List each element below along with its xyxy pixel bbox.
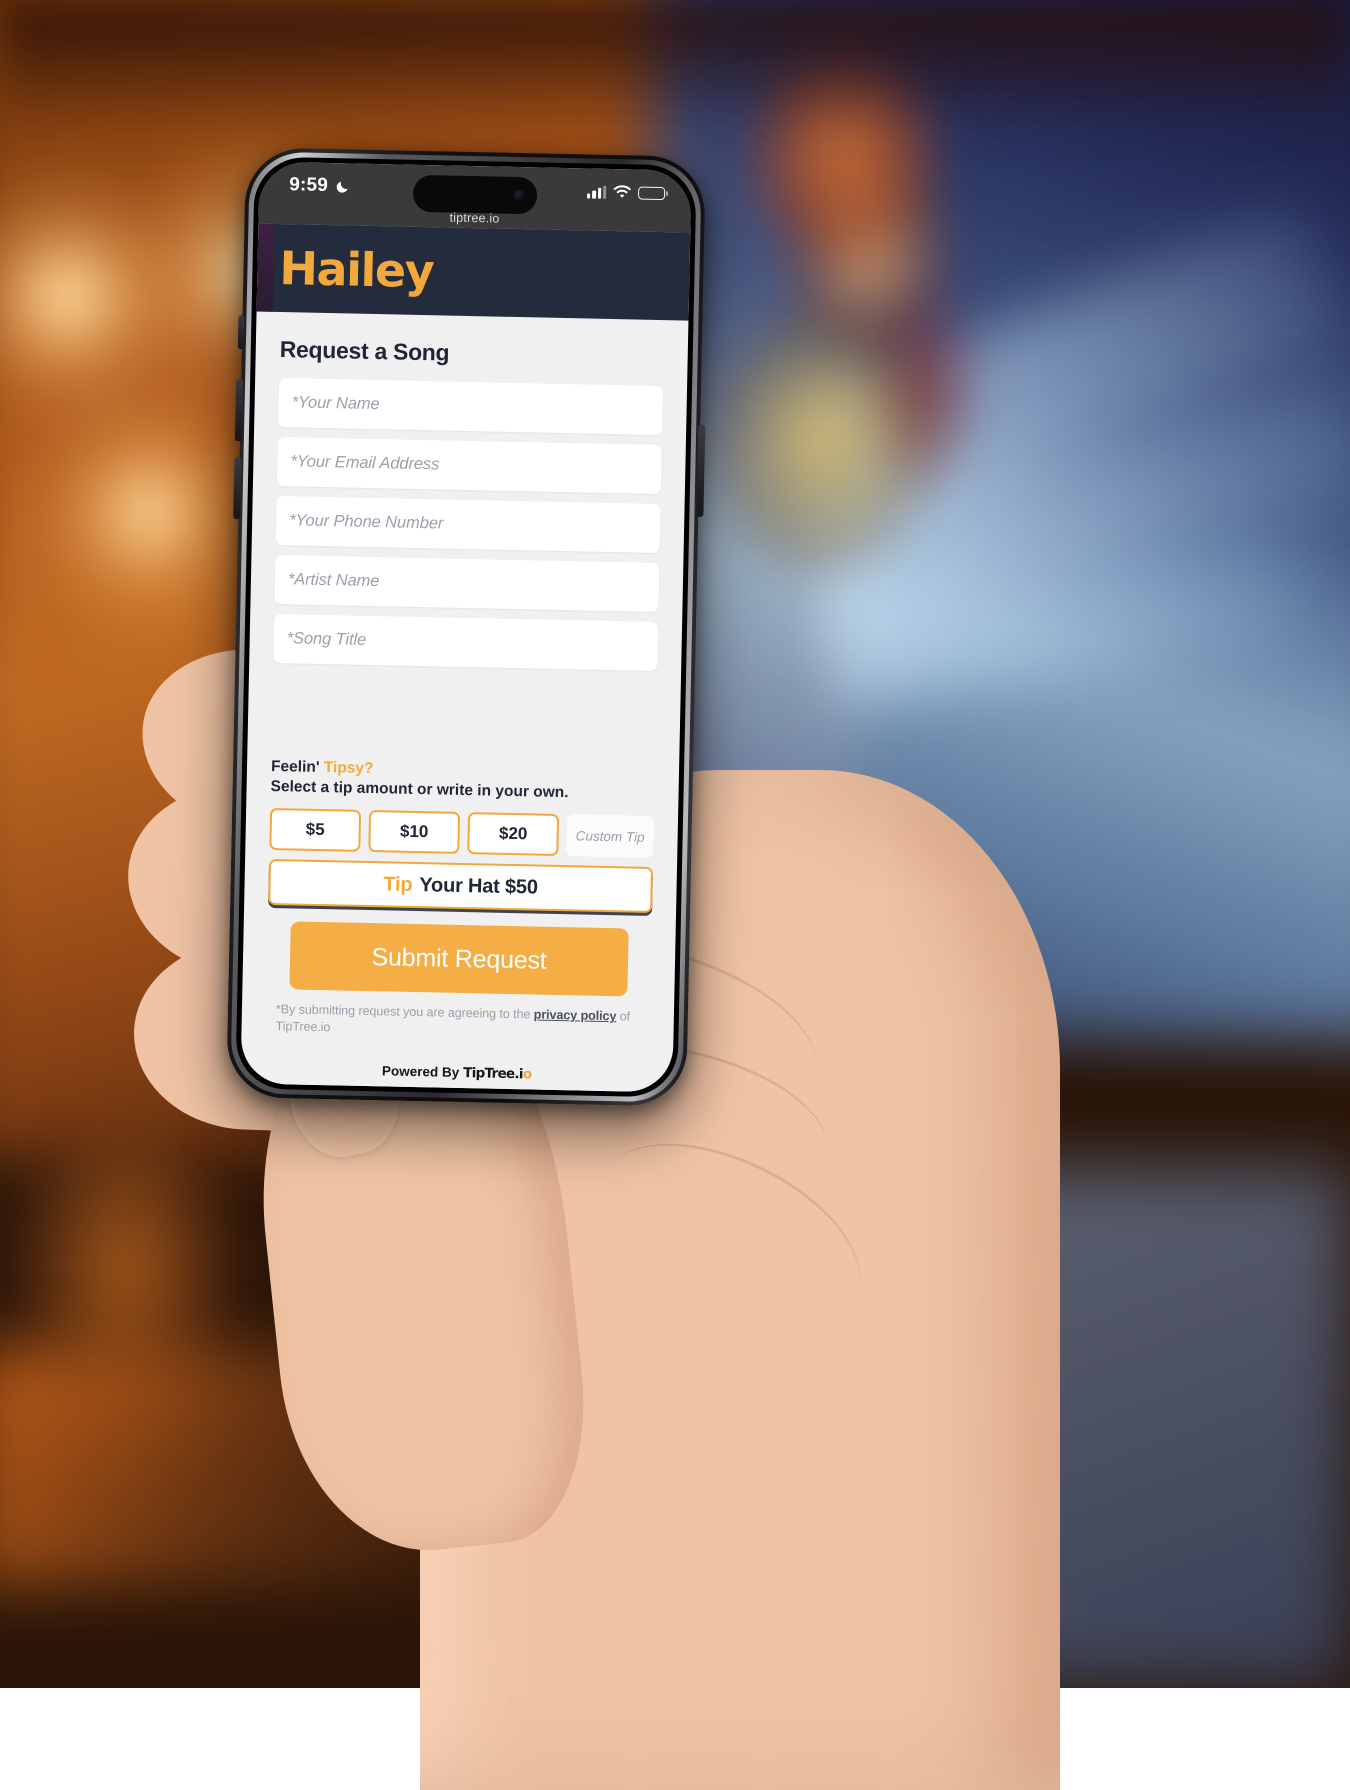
brand-header: Hailey	[256, 223, 691, 321]
status-bar-left: 9:59	[289, 174, 351, 197]
tiptree-wordmark: TipTree.io	[463, 1065, 532, 1082]
powered-by-label: Powered By	[381, 1063, 460, 1081]
phone-device: 9:59 tiptree.io Hailey Request a Song *Y…	[226, 147, 706, 1107]
volume-up-button[interactable]	[234, 379, 244, 442]
tip-amount-5-button[interactable]: $5	[269, 808, 362, 853]
mute-switch[interactable]	[237, 315, 245, 350]
page-title: Request a Song	[279, 336, 450, 366]
tip-heading-plain: Feelin'	[270, 757, 320, 776]
phone-screen: 9:59 tiptree.io Hailey Request a Song *Y…	[240, 161, 692, 1093]
status-bar-right	[587, 180, 666, 200]
email-field-placeholder: *Your Email Address	[290, 452, 440, 474]
request-song-card: Request a Song *Your Name *Your Email Ad…	[244, 311, 685, 1093]
tip-amount-10-button[interactable]: $10	[368, 810, 461, 855]
tip-your-hat-button[interactable]: Tip Your Hat $50	[268, 859, 654, 914]
artist-name-field[interactable]: *Artist Name	[274, 554, 660, 613]
email-field[interactable]: *Your Email Address	[276, 437, 662, 495]
cellular-signal-icon	[587, 185, 607, 199]
crescent-moon-icon	[336, 181, 348, 193]
phone-field[interactable]: *Your Phone Number	[275, 496, 661, 554]
background-ceiling	[0, 0, 1350, 130]
tip-your-hat-label: Your Hat $50	[419, 873, 538, 899]
song-title-field[interactable]: *Song Title	[273, 613, 659, 672]
tip-amount-row: $5 $10 $20 Custom Tip	[269, 808, 655, 859]
tip-amount-20-button[interactable]: $20	[467, 812, 560, 857]
name-field[interactable]: *Your Name	[278, 378, 664, 436]
tip-heading-accent: Tipsy?	[323, 759, 374, 778]
status-bar: 9:59 tiptree.io	[258, 161, 692, 233]
front-camera-icon	[512, 188, 527, 203]
status-clock: 9:59	[289, 174, 329, 197]
brand-logo: Hailey	[278, 241, 434, 299]
disclaimer-text: *By submitting request you are agreeing …	[265, 1001, 650, 1043]
dynamic-island	[412, 174, 538, 215]
tiptree-wordmark-dot: o	[522, 1066, 532, 1083]
disclaimer-before: *By submitting request you are agreeing …	[275, 1002, 534, 1022]
battery-icon	[638, 186, 666, 200]
submit-request-button[interactable]: Submit Request	[289, 921, 629, 997]
custom-tip-input[interactable]: Custom Tip	[566, 814, 655, 859]
volume-down-button[interactable]	[233, 457, 242, 520]
captcha-placeholder	[271, 672, 657, 757]
privacy-policy-link[interactable]: privacy policy	[534, 1008, 617, 1024]
wifi-icon	[613, 185, 632, 198]
phone-field-placeholder: *Your Phone Number	[289, 511, 444, 533]
artist-name-field-placeholder: *Artist Name	[287, 570, 380, 591]
name-field-placeholder: *Your Name	[291, 393, 380, 414]
song-title-field-placeholder: *Song Title	[286, 629, 367, 649]
tip-your-hat-accent: Tip	[383, 873, 413, 896]
tiptree-wordmark-main: TipTree.i	[463, 1065, 523, 1083]
